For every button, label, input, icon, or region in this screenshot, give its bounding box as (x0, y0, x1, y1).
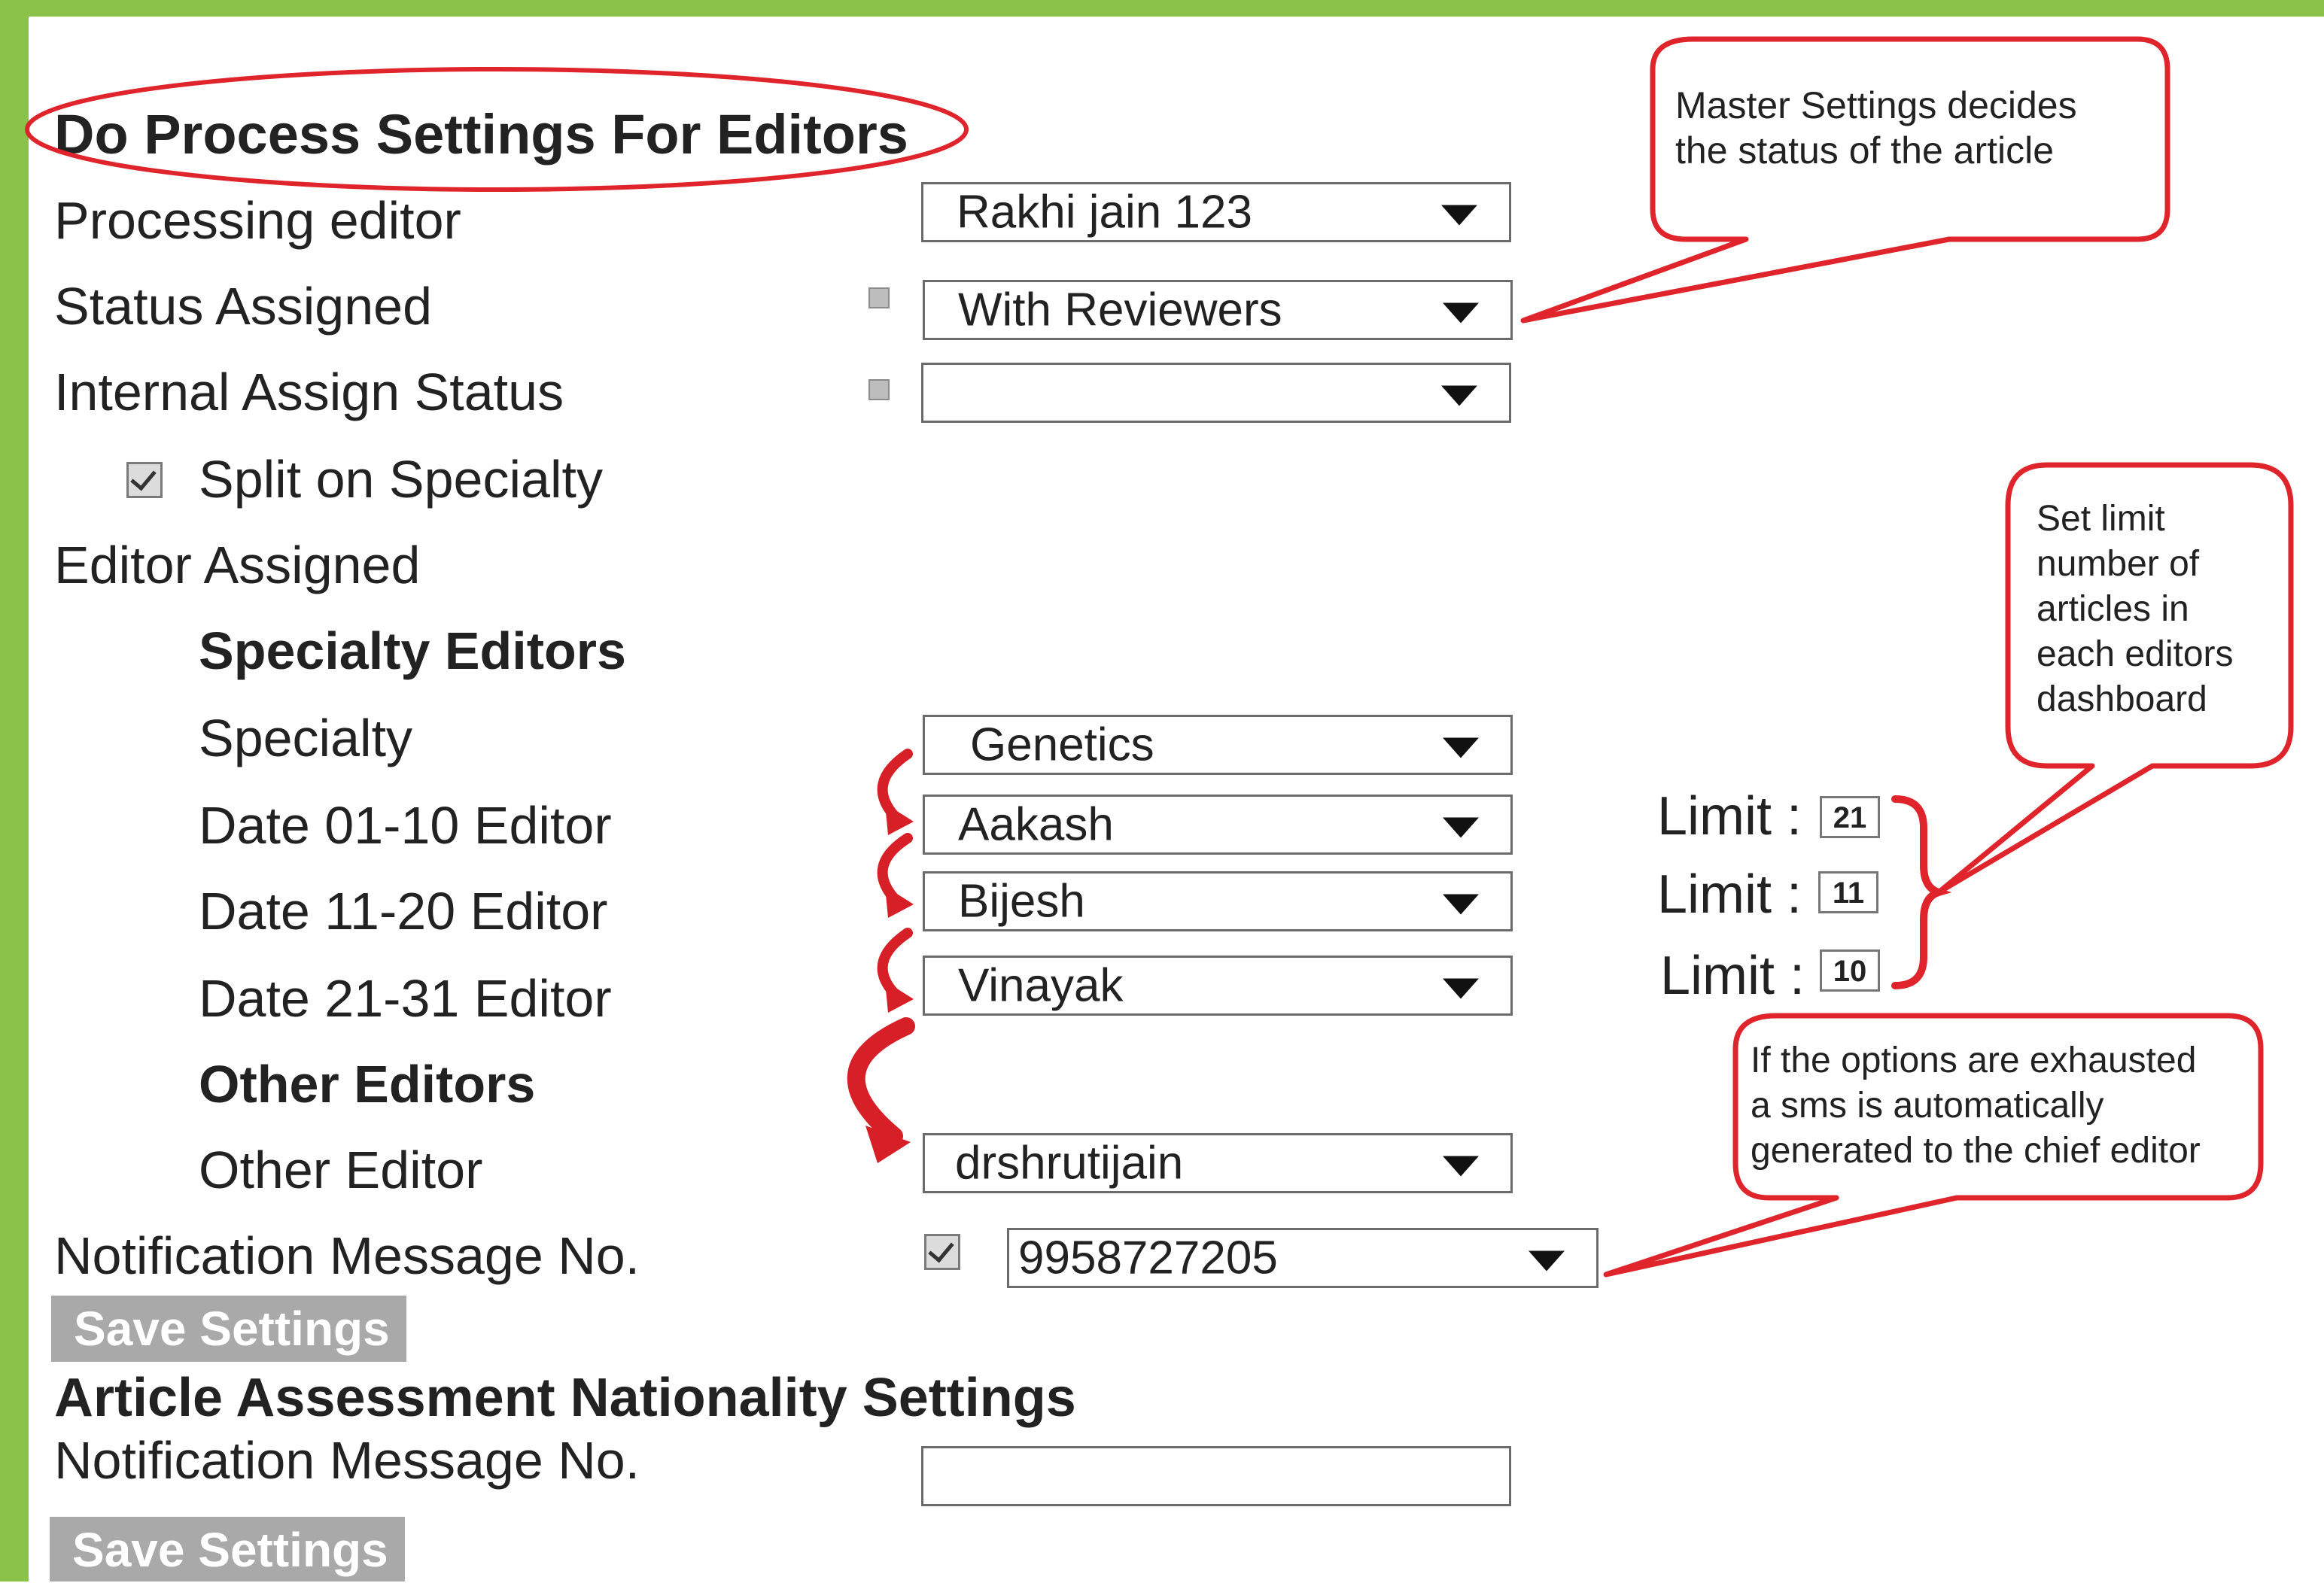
callout-options-exhausted-text: If the options are exhausted a sms is au… (1751, 1038, 2201, 1174)
callout-limit-line-4: each editors (2037, 634, 2234, 674)
callout-set-limit-text: Set limit number of articles in each edi… (2037, 497, 2234, 722)
limit-brace (1891, 795, 1952, 989)
editor-flow-arrows (847, 749, 915, 1145)
title-highlight-ellipse (25, 67, 969, 192)
callout-limit-line-1: Set limit (2037, 499, 2165, 539)
callout-master-settings-text: Master Settings decides the status of th… (1675, 83, 2077, 173)
arrowhead-2 (885, 886, 914, 918)
arrowhead-3 (885, 981, 914, 1013)
callout-master-line-2: the status of the article (1675, 129, 2055, 172)
callout-master-line-1: Master Settings decides (1675, 84, 2077, 126)
callout-limit-line-5: dashboard (2037, 679, 2207, 719)
callout-exhausted-line-2: a sms is automatically (1751, 1086, 2104, 1126)
arrowhead-1 (885, 804, 914, 835)
callout-limit-line-2: number of (2037, 544, 2200, 584)
callout-exhausted-line-1: If the options are exhausted (1751, 1041, 2197, 1080)
annotation-overlay (25, 36, 2294, 1278)
flow-arrow-4 (847, 1017, 915, 1145)
callout-master-settings (1520, 36, 2170, 324)
callout-exhausted-line-3: generated to the chief editor (1751, 1131, 2201, 1171)
callout-limit-line-3: articles in (2037, 589, 2189, 629)
